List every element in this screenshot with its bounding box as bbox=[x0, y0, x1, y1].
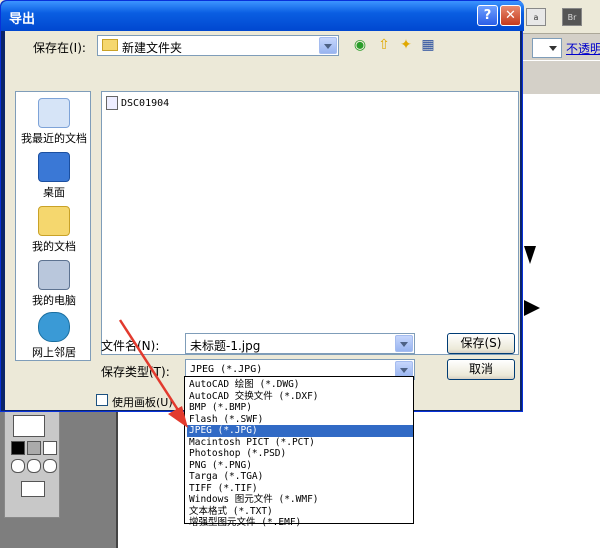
place-label: 我最近的文档 bbox=[21, 132, 87, 145]
close-button[interactable]: ✕ bbox=[500, 5, 521, 26]
list-item[interactable]: DSC01904 bbox=[106, 96, 169, 110]
place-recent[interactable]: 我最近的文档 bbox=[16, 98, 92, 146]
new-folder-icon[interactable]: ✦ bbox=[397, 36, 415, 54]
place-desktop[interactable]: 桌面 bbox=[16, 152, 92, 200]
chevron-down-icon[interactable] bbox=[319, 37, 337, 54]
dropdown-option[interactable]: AutoCAD 交换文件 (*.DXF) bbox=[187, 391, 413, 403]
dropdown-option-selected[interactable]: JPEG (*.JPG) bbox=[187, 425, 413, 437]
annotation-arrow-icon bbox=[118, 319, 188, 428]
place-my-documents[interactable]: 我的文档 bbox=[16, 206, 92, 254]
bridge-button[interactable]: Br bbox=[562, 8, 582, 26]
save-in-combo[interactable]: 新建文件夹 bbox=[97, 35, 339, 56]
save-in-value: 新建文件夹 bbox=[122, 41, 183, 55]
dropdown-option[interactable]: Photoshop (*.PSD) bbox=[187, 448, 413, 460]
up-folder-icon[interactable]: ⇧ bbox=[375, 36, 393, 54]
save-button[interactable]: 保存(S) bbox=[447, 333, 515, 354]
network-icon bbox=[38, 312, 70, 342]
artwork-shape bbox=[524, 300, 540, 316]
desktop-icon bbox=[38, 152, 70, 182]
fill-stroke-swatch[interactable] bbox=[13, 415, 45, 437]
save-in-label: 保存在(I): bbox=[33, 41, 86, 55]
dialog-title: 导出 bbox=[9, 12, 36, 27]
place-network[interactable]: 网上邻居 bbox=[16, 312, 92, 360]
back-icon[interactable]: ◉ bbox=[351, 36, 369, 54]
dropdown-option[interactable]: Targa (*.TGA) bbox=[187, 471, 413, 483]
file-name: DSC01904 bbox=[121, 97, 170, 109]
dropdown-option[interactable]: TIFF (*.TIF) bbox=[187, 483, 413, 495]
draw-inside-icon[interactable] bbox=[43, 459, 57, 473]
place-label: 我的文档 bbox=[32, 240, 76, 253]
filename-input[interactable]: 未标题-1.jpg bbox=[185, 333, 415, 354]
dropdown-option[interactable]: PNG (*.PNG) bbox=[187, 460, 413, 472]
dropdown-option[interactable]: Flash (*.SWF) bbox=[187, 414, 413, 426]
image-file-icon bbox=[106, 96, 118, 110]
tools-panel bbox=[4, 408, 60, 518]
place-label: 网上邻居 bbox=[32, 346, 76, 359]
cancel-button[interactable]: 取消 bbox=[447, 359, 515, 380]
app-toolbar-button[interactable]: a bbox=[526, 8, 546, 26]
use-artboard-checkbox[interactable] bbox=[96, 394, 108, 406]
opacity-link[interactable]: 不透明 bbox=[566, 40, 600, 57]
dropdown-option[interactable]: 增强型图元文件 (*.EMF) bbox=[187, 517, 413, 528]
dropdown-option[interactable]: Windows 图元文件 (*.WMF) bbox=[187, 494, 413, 506]
artwork-shape bbox=[524, 246, 536, 264]
dialog-body: 保存在(I): 新建文件夹 ◉ ⇧ ✦ ▦ 我最近的文档 桌面 我的文档 我的电… bbox=[5, 31, 520, 410]
screen-mode-icon[interactable] bbox=[21, 481, 45, 497]
view-menu-icon[interactable]: ▦ bbox=[419, 36, 437, 54]
draw-normal-icon[interactable] bbox=[11, 459, 25, 473]
places-bar: 我最近的文档 桌面 我的文档 我的电脑 网上邻居 bbox=[15, 91, 91, 361]
dropdown-option[interactable]: AutoCAD 绘图 (*.DWG) bbox=[187, 379, 413, 391]
panel-header bbox=[522, 60, 600, 86]
place-my-computer[interactable]: 我的电脑 bbox=[16, 260, 92, 308]
draw-behind-icon[interactable] bbox=[27, 459, 41, 473]
color-mode-icon[interactable] bbox=[11, 441, 25, 455]
none-mode-icon[interactable] bbox=[43, 441, 57, 455]
my-computer-icon bbox=[38, 260, 70, 290]
recent-docs-icon bbox=[38, 98, 70, 128]
help-button[interactable]: ? bbox=[477, 5, 498, 26]
dialog-titlebar: 导出 ? ✕ bbox=[1, 1, 524, 31]
dropdown-option[interactable]: 文本格式 (*.TXT) bbox=[187, 506, 413, 518]
chevron-down-icon[interactable] bbox=[395, 335, 413, 352]
annotation-arrow-line bbox=[118, 319, 180, 411]
my-documents-icon bbox=[38, 206, 70, 236]
place-label: 我的电脑 bbox=[32, 294, 76, 307]
dropdown-option[interactable]: Macintosh PICT (*.PCT) bbox=[187, 437, 413, 449]
folder-icon bbox=[102, 39, 118, 51]
place-label: 桌面 bbox=[43, 186, 65, 199]
gradient-mode-icon[interactable] bbox=[27, 441, 41, 455]
dropdown-option[interactable]: BMP (*.BMP) bbox=[187, 402, 413, 414]
annotation-arrow-head bbox=[168, 406, 188, 428]
opacity-select[interactable] bbox=[532, 38, 562, 58]
export-dialog: 导出 ? ✕ 保存在(I): 新建文件夹 ◉ ⇧ ✦ ▦ 我最近的文档 桌面 我… bbox=[0, 0, 524, 412]
filetype-dropdown-list: AutoCAD 绘图 (*.DWG) AutoCAD 交换文件 (*.DXF) … bbox=[184, 376, 414, 528]
